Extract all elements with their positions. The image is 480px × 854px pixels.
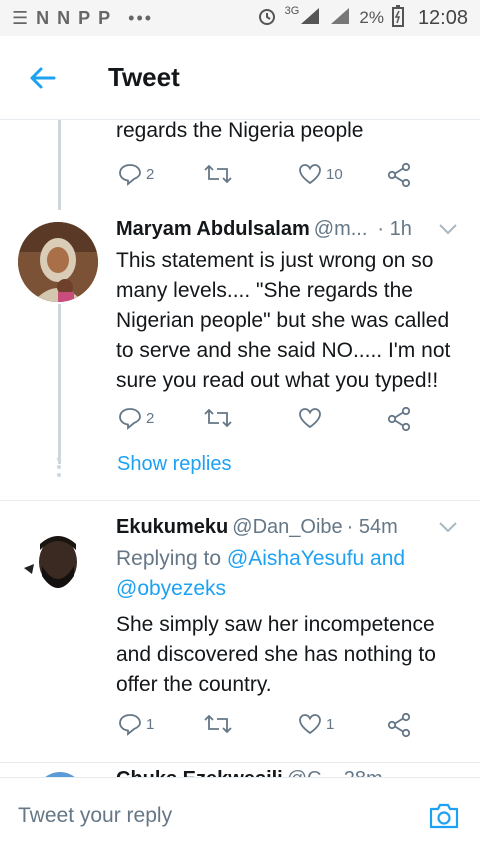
thread-line: [58, 304, 61, 464]
tweet-menu-button[interactable]: [438, 520, 458, 539]
retweet-button[interactable]: [204, 406, 232, 430]
mention-link[interactable]: @AishaYesufu and: [227, 547, 405, 570]
user-handle[interactable]: @C... 28m: [287, 768, 383, 777]
reply-icon: [119, 714, 141, 736]
divider: [0, 762, 480, 763]
reply-count: 1: [146, 715, 155, 733]
share-icon: [387, 406, 411, 432]
heart-icon: [299, 164, 321, 185]
alarm-icon: [257, 6, 277, 31]
user-photo-icon: [18, 520, 98, 600]
reply-composer: [0, 777, 480, 854]
reply-input[interactable]: [18, 804, 426, 828]
share-button[interactable]: [386, 162, 412, 188]
back-button[interactable]: [0, 36, 84, 120]
retweet-icon: [204, 164, 232, 184]
tweet-text: This statement is just wrong on so many …: [116, 249, 451, 392]
tweet-header: Maryam Abdulsalam @m... · 1h: [116, 218, 456, 241]
retweet-icon: [204, 408, 232, 428]
user-name[interactable]: Ekukumeku: [116, 516, 228, 539]
signal-icon: [329, 6, 351, 31]
avatar[interactable]: [18, 222, 98, 302]
overflow-icon: •••: [128, 7, 154, 28]
user-handle[interactable]: @Dan_Oibe: [232, 516, 342, 539]
signal-icon: [299, 6, 321, 31]
tweet-header: Chuks Ezekwesili @C... 28m: [116, 768, 456, 777]
tweet-time: · 54m: [346, 516, 398, 538]
app-header: Tweet: [0, 36, 480, 120]
page-title: Tweet: [108, 62, 180, 92]
user-name[interactable]: Maryam Abdulsalam: [116, 218, 310, 241]
menu-notification-icon: ☰: [12, 7, 29, 28]
share-button[interactable]: [386, 406, 412, 432]
n-notification-icon: N: [36, 7, 50, 28]
retweet-icon: [204, 714, 232, 734]
chevron-down-icon: [439, 224, 457, 235]
thread-line: [58, 120, 61, 210]
status-bar: ☰ N N P P ••• 3G 2% 12:08: [0, 0, 480, 36]
reply-button[interactable]: 2: [118, 406, 154, 430]
clock: 12:08: [417, 6, 468, 29]
battery-percent: 2%: [359, 8, 384, 27]
replying-to-label: Replying to: [116, 547, 222, 570]
user-name[interactable]: Chuks Ezekwesili: [116, 768, 283, 777]
chevron-down-icon: [439, 522, 457, 533]
user-photo-icon: [18, 222, 98, 302]
show-replies-link[interactable]: Show replies: [117, 453, 232, 476]
more-replies-dots-icon: [55, 456, 63, 485]
avatar[interactable]: [18, 520, 98, 600]
conversation-thread: regards the Nigeria people 2 10 Maryam A…: [0, 120, 480, 777]
network-type: 3G: [284, 5, 300, 17]
reply-button[interactable]: 2: [118, 162, 154, 186]
tweet-time: · 1h: [377, 218, 412, 240]
retweet-button[interactable]: [204, 712, 232, 736]
mention-link[interactable]: @obyezeks: [116, 577, 226, 600]
like-button[interactable]: 10: [298, 162, 343, 186]
tweet-menu-button[interactable]: [438, 222, 458, 241]
like-button[interactable]: [298, 406, 322, 430]
tweet-header: Ekukumeku @Dan_Oibe · 54m: [116, 516, 456, 539]
heart-icon: [299, 408, 321, 429]
heart-icon: [299, 714, 321, 735]
reply-count: 2: [146, 165, 155, 183]
tweet-text: She simply saw her incompetence and disc…: [116, 613, 436, 696]
like-count: 10: [326, 165, 343, 183]
divider: [0, 500, 480, 501]
battery-icon: [391, 4, 404, 32]
like-count: 1: [326, 715, 335, 733]
p-notification-icon: P: [98, 7, 111, 28]
reply-icon: [119, 164, 141, 186]
reply-icon: [119, 408, 141, 430]
reply-button[interactable]: 1: [118, 712, 154, 736]
reply-count: 2: [146, 409, 155, 427]
share-icon: [387, 712, 411, 738]
camera-button[interactable]: [426, 798, 462, 834]
n-notification-icon: N: [57, 7, 71, 28]
like-button[interactable]: 1: [298, 712, 334, 736]
tweet-text: regards the Nigeria people: [116, 120, 364, 142]
camera-icon: [429, 803, 459, 829]
share-button[interactable]: [386, 712, 412, 738]
retweet-button[interactable]: [204, 162, 232, 186]
p-notification-icon: P: [78, 7, 91, 28]
notification-icons: ☰ N N P P •••: [12, 8, 153, 29]
user-handle[interactable]: @m...: [314, 218, 368, 241]
share-icon: [387, 162, 411, 188]
replying-to: Replying to @AishaYesufu and @obyezeks: [116, 544, 466, 604]
arrow-left-icon: [30, 67, 56, 88]
